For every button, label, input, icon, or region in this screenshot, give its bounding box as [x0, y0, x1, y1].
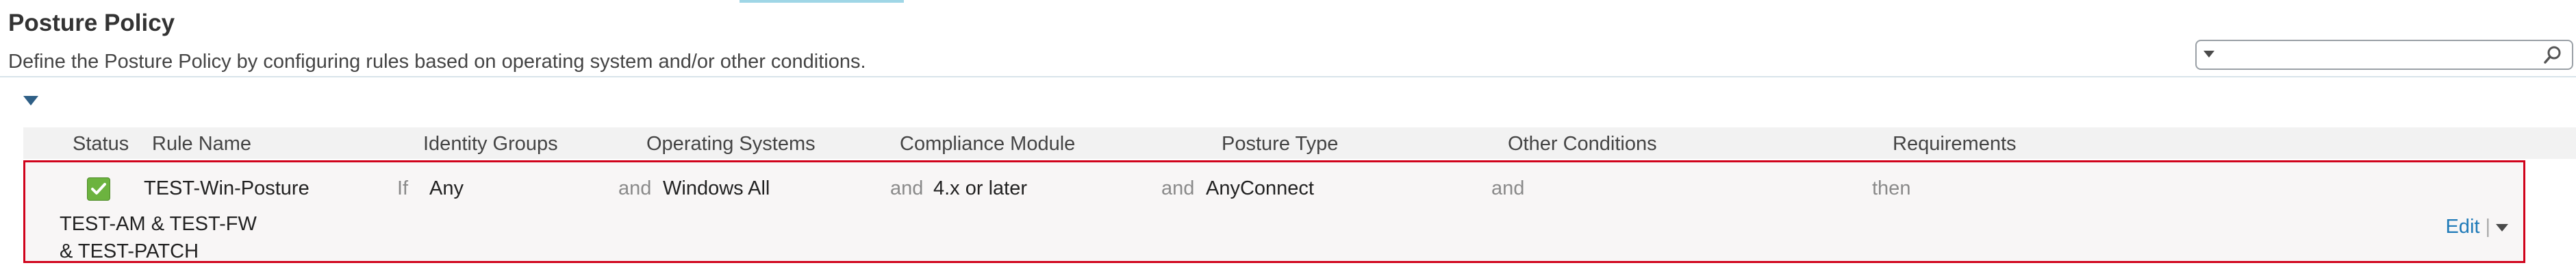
if-label: If: [397, 177, 409, 199]
column-header-compliance-module[interactable]: Compliance Module: [900, 133, 1075, 155]
action-separator: |: [2485, 216, 2490, 238]
status-enabled-checkbox[interactable]: [87, 177, 110, 201]
table-header: Status Rule Name Identity Groups Operati…: [23, 127, 2576, 159]
search-box: [2195, 40, 2573, 70]
edit-link[interactable]: Edit: [2445, 216, 2479, 238]
column-header-rule-name[interactable]: Rule Name: [152, 133, 251, 155]
table-row[interactable]: TEST-Win-Posture If Any and Windows All …: [23, 160, 2525, 263]
and-connector: and: [1491, 177, 1525, 199]
and-connector: and: [890, 177, 924, 199]
top-accent-bar: [740, 0, 904, 3]
rule-name: TEST-Win-Posture: [144, 177, 310, 199]
posture-type-value[interactable]: AnyConnect: [1206, 177, 1314, 200]
identity-groups-value[interactable]: Any: [429, 177, 464, 200]
row-actions: Edit |: [2445, 216, 2508, 238]
dropdown-icon[interactable]: [2204, 51, 2214, 58]
divider: [0, 76, 2576, 77]
page-title: Posture Policy: [8, 10, 175, 36]
column-header-other-conditions[interactable]: Other Conditions: [1508, 133, 1657, 155]
requirements-line: & TEST-PATCH: [60, 240, 199, 262]
chevron-down-icon[interactable]: [2496, 223, 2508, 232]
and-connector: and: [1161, 177, 1195, 199]
column-header-status[interactable]: Status: [73, 133, 129, 155]
page-description: Define the Posture Policy by configuring…: [8, 51, 866, 73]
column-header-requirements[interactable]: Requirements: [1893, 133, 2017, 155]
column-header-identity-groups[interactable]: Identity Groups: [423, 133, 558, 155]
requirements-line: TEST-AM & TEST-FW: [60, 213, 257, 235]
requirements-value[interactable]: TEST-AM & TEST-FW & TEST-PATCH: [60, 210, 292, 265]
search-icon[interactable]: [2543, 45, 2562, 64]
then-label: then: [1872, 177, 1911, 199]
column-header-operating-systems[interactable]: Operating Systems: [646, 133, 816, 155]
checkmark-icon: [91, 183, 106, 195]
column-header-posture-type[interactable]: Posture Type: [1222, 133, 1338, 155]
compliance-module-value[interactable]: 4.x or later: [933, 177, 1027, 200]
and-connector: and: [618, 177, 652, 199]
collapse-chevron-icon[interactable]: [23, 96, 38, 105]
operating-systems-value[interactable]: Windows All: [663, 177, 770, 200]
search-input[interactable]: [2220, 43, 2531, 68]
